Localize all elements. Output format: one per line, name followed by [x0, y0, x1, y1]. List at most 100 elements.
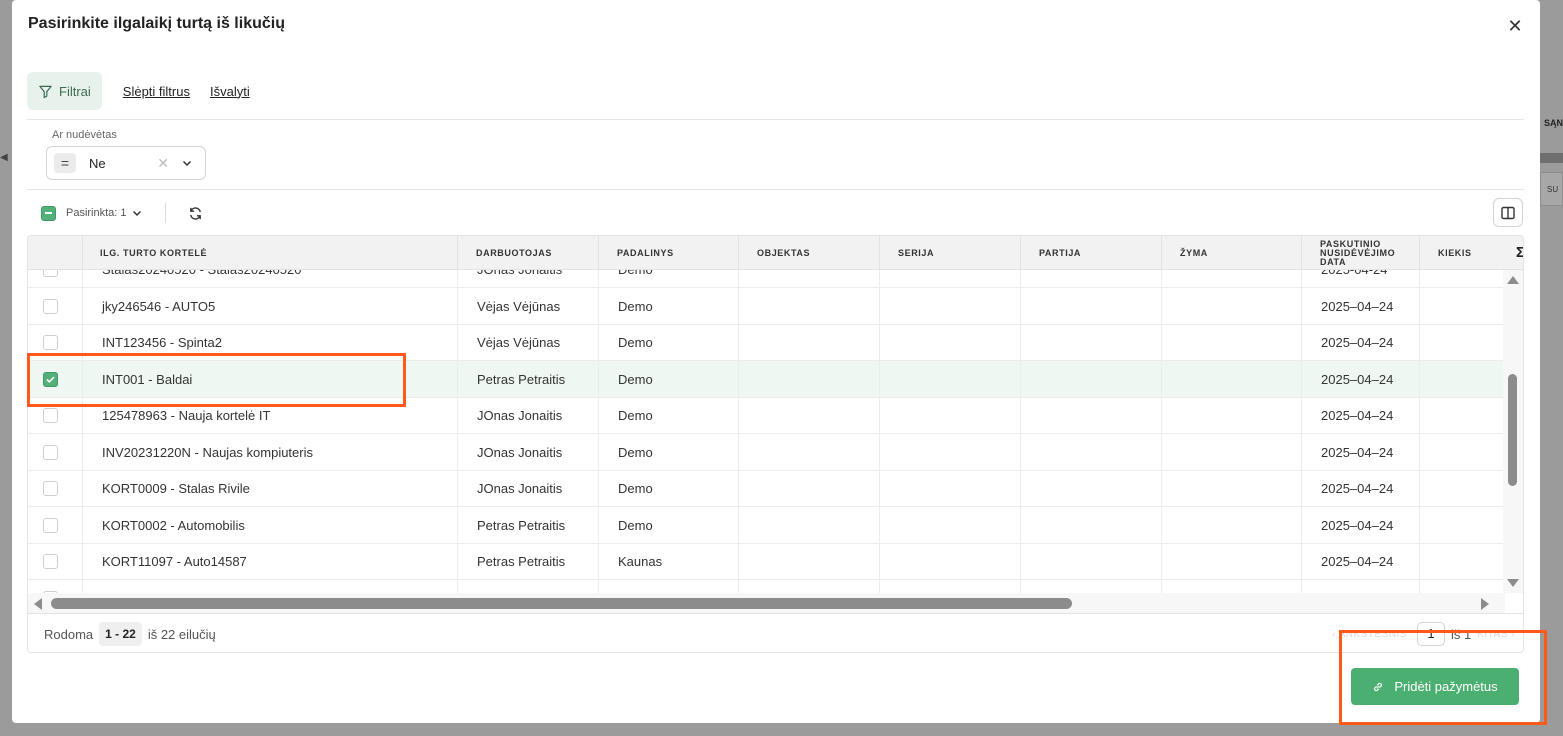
select-all-checkbox[interactable] — [41, 205, 56, 221]
scroll-up-icon[interactable] — [1507, 276, 1519, 284]
refresh-icon[interactable] — [188, 206, 203, 221]
select-asset-modal: Pasirinkite ilgalaikį turtą iš likučių ✕… — [12, 0, 1540, 723]
table-row[interactable]: KORT0002 - Automobilis Petras Petraitis De… — [28, 506, 1505, 544]
row-checkbox[interactable] — [43, 270, 58, 277]
cell-empty — [739, 360, 880, 398]
column-header-object[interactable]: OBJEKTAS — [739, 236, 880, 270]
selection-toolbar: Pasirinkta: 1 — [41, 203, 203, 223]
depreciated-filter-select[interactable]: = Ne ✕ — [46, 146, 206, 180]
cell-empty — [1420, 470, 1505, 507]
table-row[interactable]: Stalas20240520 - Stalas20240520JOnas Jon… — [28, 270, 1505, 288]
row-checkbox[interactable] — [43, 371, 58, 387]
row-checkbox[interactable] — [43, 444, 58, 460]
cell-empty — [1162, 287, 1302, 325]
add-selected-button[interactable]: Pridėti pažymėtus — [1351, 668, 1519, 705]
cell-empty — [1420, 270, 1505, 288]
cell-date: 2025–04–24 — [1302, 397, 1420, 434]
cell-card: KORT0009 - Stalas Rivile — [83, 470, 458, 507]
cell-empty — [739, 433, 880, 471]
cell-empty — [880, 287, 1021, 325]
close-icon[interactable]: ✕ — [1506, 17, 1524, 35]
cell-empty — [739, 543, 880, 580]
cell-empty — [1021, 506, 1162, 544]
cell-date: 2025–04–24 — [1302, 543, 1420, 580]
row-checkbox[interactable] — [43, 481, 58, 496]
cell-empty — [739, 270, 880, 288]
table-row[interactable]: INV20231220N - Naujas kompiuteris JOnas J… — [28, 433, 1505, 471]
horizontal-scroll-thumb[interactable] — [51, 598, 1072, 609]
cell-empty — [880, 579, 1021, 593]
cell-card: KORT0002 - Automobilis — [83, 506, 458, 544]
scroll-left-icon[interactable] — [34, 598, 42, 610]
checkmark-icon — [46, 375, 55, 383]
table-row[interactable]: INT001 - Baldai Petras Petraitis Demo 2025–… — [28, 360, 1505, 398]
page-input[interactable]: 1 — [1417, 622, 1445, 646]
cell-date: 2025–04–24 — [1302, 324, 1420, 361]
next-page-button[interactable]: KITAS › — [1477, 629, 1515, 640]
operator-badge[interactable]: = — [54, 153, 76, 173]
column-header-series[interactable]: SERIJA — [880, 236, 1021, 270]
table-row[interactable]: 125478963 - Nauja kortelė IT JOnas Jonait… — [28, 397, 1505, 434]
vertical-scroll-thumb[interactable] — [1508, 374, 1517, 486]
cell-empty — [1420, 324, 1505, 361]
column-header-employee[interactable]: DARBUOTOJAS — [458, 236, 599, 270]
scroll-down-icon[interactable] — [1507, 579, 1519, 587]
row-checkbox-cell — [28, 470, 83, 507]
row-checkbox[interactable] — [43, 408, 58, 423]
vertical-scrollbar[interactable] — [1503, 270, 1523, 593]
column-header-unit[interactable]: PADALINYS — [599, 236, 739, 270]
asset-table: ILG. TURTO KORTELĖ DARBUOTOJAS PADALINYS… — [27, 235, 1524, 653]
clear-filters-link[interactable]: Išvalyti — [210, 84, 250, 99]
table-row[interactable]: KORT11097 - Auto14587 Petras Petraitis Kau… — [28, 543, 1505, 580]
table-row[interactable]: jky246546 - AUTO5 Vėjas Vėjūnas Demo 2025–0… — [28, 287, 1505, 325]
row-range: 1 - 22 — [99, 622, 142, 646]
table-row[interactable]: INT123456 - Spinta2 Vėjas Vėjūnas Demo 2025… — [28, 324, 1505, 361]
cell-unit: Demo — [599, 470, 739, 507]
cell-empty — [880, 506, 1021, 544]
column-header-quantity[interactable]: KIEKIS — [1420, 236, 1505, 270]
previous-page-button[interactable]: ‹ ANKSTESNIS — [1332, 629, 1407, 640]
divider — [27, 189, 1524, 190]
row-checkbox[interactable] — [43, 335, 58, 350]
table-footer: Rodoma 1 - 22 iš 22 eilučių ‹ ANKSTESNIS… — [28, 613, 1523, 652]
cell-empty — [739, 287, 880, 325]
hide-filters-link[interactable]: Slėpti filtrus — [123, 84, 190, 99]
row-checkbox-cell — [28, 433, 83, 471]
cell-empty — [1021, 360, 1162, 398]
column-header-last-depreciation-date[interactable]: PASKUTINIO NUSIDĖVĖJIMO DATA — [1302, 236, 1420, 270]
filters-button[interactable]: Filtrai — [27, 72, 102, 110]
cell-date: 2025-04-24 — [1302, 579, 1420, 593]
cell-empty — [1420, 580, 1505, 594]
chevron-down-icon[interactable] — [131, 207, 143, 219]
row-checkbox[interactable] — [43, 554, 58, 569]
columns-toggle-button[interactable] — [1493, 198, 1523, 227]
cell-empty — [880, 433, 1021, 471]
cell-date: 2025–04–24 — [1302, 433, 1420, 471]
column-header-batch[interactable]: PARTIJA — [1021, 236, 1162, 270]
cell-empty — [1420, 434, 1505, 471]
previous-page-label: ANKSTESNIS — [1338, 628, 1407, 640]
cell-empty — [1420, 361, 1505, 398]
cell-employee: JOnas Jonaitis — [458, 397, 599, 434]
header-checkbox-cell — [28, 236, 83, 270]
cell-empty — [1162, 360, 1302, 398]
cell-empty — [880, 360, 1021, 398]
depreciated-filter-label: Ar nudėvėtas — [52, 129, 117, 141]
sigma-icon[interactable]: Σ — [1516, 244, 1523, 261]
cell-empty — [1021, 287, 1162, 325]
column-header-tag[interactable]: ŽYMA — [1162, 236, 1302, 270]
background-header-fragment: SĄNA — [1544, 118, 1563, 128]
scroll-right-icon[interactable] — [1481, 598, 1489, 610]
cell-empty — [1021, 543, 1162, 580]
cell-empty — [739, 506, 880, 544]
row-checkbox[interactable] — [43, 517, 58, 533]
background-left-arrow-icon: ◀ — [0, 152, 8, 163]
table-header: ILG. TURTO KORTELĖ DARBUOTOJAS PADALINYS… — [28, 236, 1523, 270]
clear-value-icon[interactable]: ✕ — [157, 155, 169, 172]
row-checkbox[interactable] — [43, 298, 58, 314]
column-header-card[interactable]: ILG. TURTO KORTELĖ — [83, 236, 458, 270]
horizontal-scrollbar[interactable] — [28, 593, 1505, 613]
chevron-down-icon[interactable] — [181, 157, 193, 169]
table-row[interactable]: KORT10001N - KiekisPetras PetraitisDemo 2… — [28, 579, 1505, 594]
table-row[interactable]: KORT0009 - Stalas Rivile JOnas Jonaitis De… — [28, 470, 1505, 507]
